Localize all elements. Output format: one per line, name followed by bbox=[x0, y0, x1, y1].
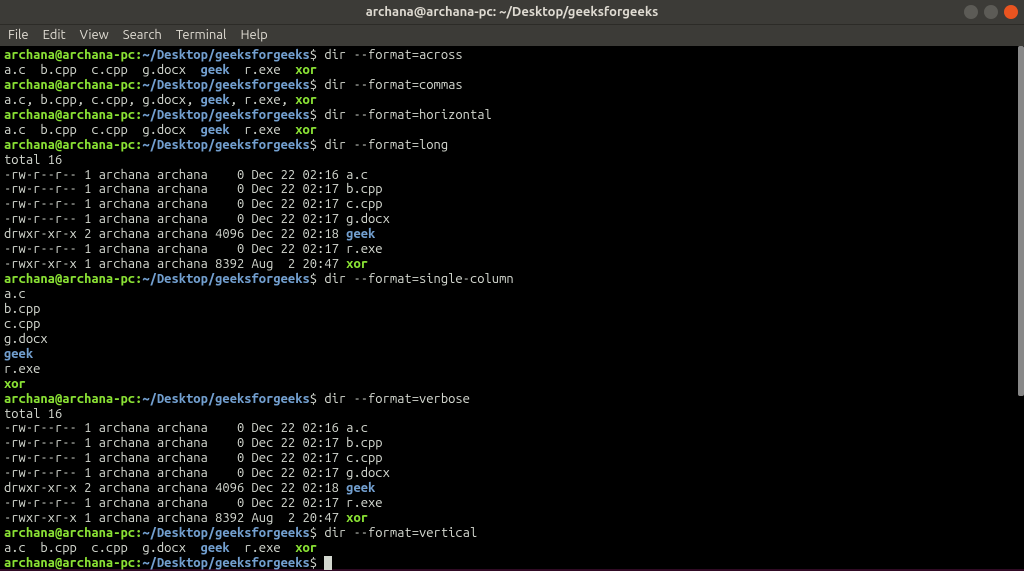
command-text: dir --format=verbose bbox=[324, 392, 470, 406]
output-line: total 16 bbox=[4, 407, 1020, 422]
window-titlebar: archana@archana-pc: ~/Desktop/geeksforge… bbox=[0, 0, 1024, 24]
file-perms: -rw-r--r-- 1 archana archana 0 Dec 22 02… bbox=[4, 451, 346, 465]
file-name: g.docx bbox=[346, 466, 390, 480]
command-text: dir --format=single-column bbox=[324, 272, 513, 286]
output-line: a.c b.cpp c.cpp g.docx geek r.exe xor bbox=[4, 63, 1020, 78]
menu-view[interactable]: View bbox=[80, 28, 109, 43]
file-perms: -rw-r--r-- 1 archana archana 0 Dec 22 02… bbox=[4, 168, 346, 182]
file-perms: drwxr-xr-x 2 archana archana 4096 Dec 22… bbox=[4, 227, 346, 241]
file-name: r.exe bbox=[346, 242, 382, 256]
output-line: a.c b.cpp c.cpp g.docx geek r.exe xor bbox=[4, 541, 1020, 556]
output-line: -rwxr-xr-x 1 archana archana 8392 Aug 2 … bbox=[4, 257, 1020, 272]
file-name: b.cpp bbox=[4, 302, 40, 316]
file-name: a.c bbox=[346, 168, 368, 182]
prompt-line: archana@archana-pc:~/Desktop/geeksforgee… bbox=[4, 272, 1020, 287]
command-text: dir --format=across bbox=[324, 48, 462, 62]
output-line: -rw-r--r-- 1 archana archana 0 Dec 22 02… bbox=[4, 421, 1020, 436]
output-line: -rw-r--r-- 1 archana archana 0 Dec 22 02… bbox=[4, 197, 1020, 212]
menubar: File Edit View Search Terminal Help bbox=[0, 24, 1024, 46]
output-line: g.docx bbox=[4, 332, 1020, 347]
output-line: r.exe bbox=[4, 362, 1020, 377]
file-name: c.cpp bbox=[346, 197, 382, 211]
output-line: -rw-r--r-- 1 archana archana 0 Dec 22 02… bbox=[4, 168, 1020, 183]
menu-file[interactable]: File bbox=[8, 28, 29, 43]
output-line: -rw-r--r-- 1 archana archana 0 Dec 22 02… bbox=[4, 436, 1020, 451]
output-line: -rw-r--r-- 1 archana archana 0 Dec 22 02… bbox=[4, 182, 1020, 197]
prompt-line: archana@archana-pc:~/Desktop/geeksforgee… bbox=[4, 48, 1020, 63]
output-line: -rw-r--r-- 1 archana archana 0 Dec 22 02… bbox=[4, 496, 1020, 511]
file-perms: -rwxr-xr-x 1 archana archana 8392 Aug 2 … bbox=[4, 511, 346, 525]
window-title: archana@archana-pc: ~/Desktop/geeksforge… bbox=[366, 5, 659, 20]
file-perms: drwxr-xr-x 2 archana archana 4096 Dec 22… bbox=[4, 481, 346, 495]
file-name: xor bbox=[346, 511, 368, 525]
file-perms: -rwxr-xr-x 1 archana archana 8392 Aug 2 … bbox=[4, 257, 346, 271]
output-line: total 16 bbox=[4, 153, 1020, 168]
file-perms: -rw-r--r-- 1 archana archana 0 Dec 22 02… bbox=[4, 421, 346, 435]
output-line: -rw-r--r-- 1 archana archana 0 Dec 22 02… bbox=[4, 242, 1020, 257]
output-line: drwxr-xr-x 2 archana archana 4096 Dec 22… bbox=[4, 481, 1020, 496]
file-name: c.cpp bbox=[346, 451, 382, 465]
output-line: -rw-r--r-- 1 archana archana 0 Dec 22 02… bbox=[4, 451, 1020, 466]
window-controls bbox=[964, 5, 1018, 19]
command-text: dir --format=commas bbox=[324, 78, 462, 92]
prompt-line: archana@archana-pc:~/Desktop/geeksforgee… bbox=[4, 138, 1020, 153]
minimize-button[interactable] bbox=[964, 5, 978, 19]
file-name: b.cpp bbox=[346, 182, 382, 196]
file-name: geek bbox=[4, 347, 33, 361]
output-line: -rw-r--r-- 1 archana archana 0 Dec 22 02… bbox=[4, 466, 1020, 481]
menu-help[interactable]: Help bbox=[240, 28, 267, 43]
file-name: a.c bbox=[4, 287, 26, 301]
output-line: a.c, b.cpp, c.cpp, g.docx, geek, r.exe, … bbox=[4, 93, 1020, 108]
close-button[interactable] bbox=[1004, 5, 1018, 19]
scrollbar[interactable] bbox=[1018, 46, 1024, 396]
file-name: r.exe bbox=[4, 362, 40, 376]
command-text: dir --format=long bbox=[324, 138, 448, 152]
file-name: g.docx bbox=[4, 332, 48, 346]
output-line: xor bbox=[4, 377, 1020, 392]
output-line: drwxr-xr-x 2 archana archana 4096 Dec 22… bbox=[4, 227, 1020, 242]
maximize-button[interactable] bbox=[984, 5, 998, 19]
file-name: g.docx bbox=[346, 212, 390, 226]
file-perms: -rw-r--r-- 1 archana archana 0 Dec 22 02… bbox=[4, 466, 346, 480]
file-name: geek bbox=[346, 481, 375, 495]
output-line: a.c bbox=[4, 287, 1020, 302]
file-perms: -rw-r--r-- 1 archana archana 0 Dec 22 02… bbox=[4, 197, 346, 211]
command-text: dir --format=horizontal bbox=[324, 108, 491, 122]
file-perms: -rw-r--r-- 1 archana archana 0 Dec 22 02… bbox=[4, 182, 346, 196]
file-perms: -rw-r--r-- 1 archana archana 0 Dec 22 02… bbox=[4, 212, 346, 226]
file-perms: -rw-r--r-- 1 archana archana 0 Dec 22 02… bbox=[4, 496, 346, 510]
terminal-area[interactable]: archana@archana-pc:~/Desktop/geeksforgee… bbox=[0, 46, 1024, 569]
menu-search[interactable]: Search bbox=[123, 28, 162, 43]
cursor bbox=[324, 556, 332, 570]
prompt-path: ~/Desktop/geeksforgeeks bbox=[142, 48, 309, 62]
file-name: b.cpp bbox=[346, 436, 382, 450]
command-text: dir --format=vertical bbox=[324, 526, 477, 540]
file-name: c.cpp bbox=[4, 317, 40, 331]
prompt-line: archana@archana-pc:~/Desktop/geeksforgee… bbox=[4, 108, 1020, 123]
file-name: xor bbox=[4, 377, 26, 391]
output-line: -rw-r--r-- 1 archana archana 0 Dec 22 02… bbox=[4, 212, 1020, 227]
file-name: a.c bbox=[346, 421, 368, 435]
output-line: c.cpp bbox=[4, 317, 1020, 332]
menu-terminal[interactable]: Terminal bbox=[176, 28, 227, 43]
file-perms: -rw-r--r-- 1 archana archana 0 Dec 22 02… bbox=[4, 436, 346, 450]
prompt-line: archana@archana-pc:~/Desktop/geeksforgee… bbox=[4, 392, 1020, 407]
file-name: geek bbox=[346, 227, 375, 241]
output-line: -rwxr-xr-x 1 archana archana 8392 Aug 2 … bbox=[4, 511, 1020, 526]
output-line: geek bbox=[4, 347, 1020, 362]
file-name: xor bbox=[346, 257, 368, 271]
output-line: b.cpp bbox=[4, 302, 1020, 317]
menu-edit[interactable]: Edit bbox=[43, 28, 66, 43]
prompt-user: archana@archana-pc bbox=[4, 48, 135, 62]
file-perms: -rw-r--r-- 1 archana archana 0 Dec 22 02… bbox=[4, 242, 346, 256]
file-name: r.exe bbox=[346, 496, 382, 510]
prompt-line: archana@archana-pc:~/Desktop/geeksforgee… bbox=[4, 526, 1020, 541]
prompt-line: archana@archana-pc:~/Desktop/geeksforgee… bbox=[4, 78, 1020, 93]
output-line: a.c b.cpp c.cpp g.docx geek r.exe xor bbox=[4, 123, 1020, 138]
